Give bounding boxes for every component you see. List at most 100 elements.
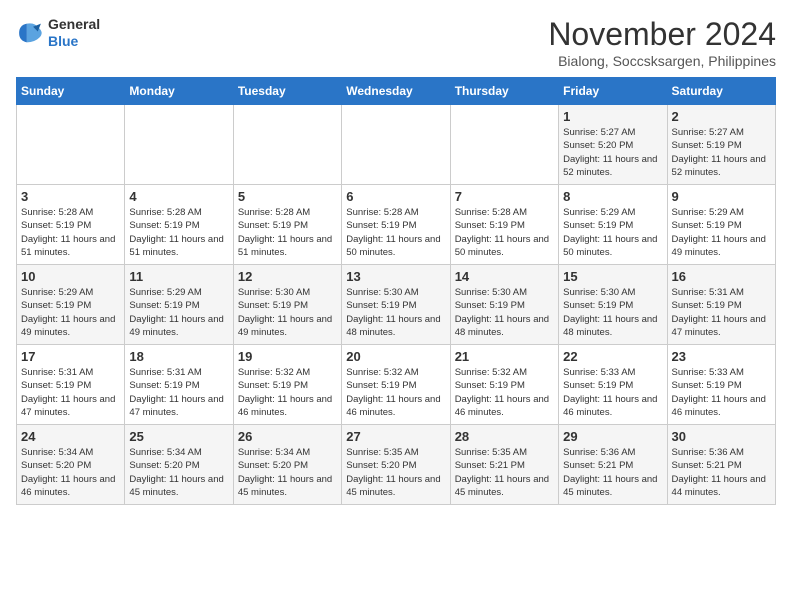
- day-cell: 25 Sunrise: 5:34 AM Sunset: 5:20 PM Dayli…: [125, 425, 233, 505]
- day-number: 6: [346, 189, 445, 204]
- day-number: 20: [346, 349, 445, 364]
- day-number: 9: [672, 189, 771, 204]
- day-number: 13: [346, 269, 445, 284]
- day-info: Sunrise: 5:34 AM Sunset: 5:20 PM Dayligh…: [21, 446, 120, 499]
- day-header-monday: Monday: [125, 78, 233, 105]
- logo-icon: [16, 19, 44, 47]
- day-cell: 20Sunrise: 5:32 AM Sunset: 5:19 PM Dayli…: [342, 345, 450, 425]
- day-number: 19: [238, 349, 337, 364]
- day-cell: 23 Sunrise: 5:33 AM Sunset: 5:19 PM Dayli…: [667, 345, 775, 425]
- day-number: 17: [21, 349, 120, 364]
- day-info: Sunrise: 5:35 AM Sunset: 5:21 PM Dayligh…: [455, 446, 554, 499]
- day-cell: 21Sunrise: 5:32 AM Sunset: 5:19 PM Dayli…: [450, 345, 558, 425]
- day-number: 11: [129, 269, 228, 284]
- day-cell: 4 Sunrise: 5:28 AM Sunset: 5:19 PM Daylig…: [125, 185, 233, 265]
- day-info: Sunrise: 5:30 AM Sunset: 5:19 PM Dayligh…: [455, 286, 554, 339]
- day-cell: [450, 105, 558, 185]
- day-cell: 5 Sunrise: 5:28 AM Sunset: 5:19 PM Daylig…: [233, 185, 341, 265]
- day-number: 26: [238, 429, 337, 444]
- day-cell: [342, 105, 450, 185]
- day-info: Sunrise: 5:29 AM Sunset: 5:19 PM Dayligh…: [129, 286, 228, 339]
- day-info: Sunrise: 5:29 AM Sunset: 5:19 PM Dayligh…: [21, 286, 120, 339]
- day-number: 23: [672, 349, 771, 364]
- day-info: Sunrise: 5:30 AM Sunset: 5:19 PM Dayligh…: [563, 286, 662, 339]
- day-info: Sunrise: 5:36 AM Sunset: 5:21 PM Dayligh…: [563, 446, 662, 499]
- logo-line2: Blue: [48, 33, 100, 50]
- day-cell: 2 Sunrise: 5:27 AM Sunset: 5:19 PM Daylig…: [667, 105, 775, 185]
- day-info: Sunrise: 5:32 AM Sunset: 5:19 PM Dayligh…: [238, 366, 337, 419]
- day-number: 28: [455, 429, 554, 444]
- day-cell: 16Sunrise: 5:31 AM Sunset: 5:19 PM Dayli…: [667, 265, 775, 345]
- day-info: Sunrise: 5:28 AM Sunset: 5:19 PM Dayligh…: [346, 206, 445, 259]
- day-header-wednesday: Wednesday: [342, 78, 450, 105]
- location: Bialong, Soccsksargen, Philippines: [548, 53, 776, 69]
- day-cell: 7 Sunrise: 5:28 AM Sunset: 5:19 PM Daylig…: [450, 185, 558, 265]
- week-row-3: 10 Sunrise: 5:29 AM Sunset: 5:19 PM Dayli…: [17, 265, 776, 345]
- day-cell: 6 Sunrise: 5:28 AM Sunset: 5:19 PM Daylig…: [342, 185, 450, 265]
- day-number: 16: [672, 269, 771, 284]
- week-row-2: 3Sunrise: 5:28 AM Sunset: 5:19 PM Daylig…: [17, 185, 776, 265]
- day-cell: 3Sunrise: 5:28 AM Sunset: 5:19 PM Daylig…: [17, 185, 125, 265]
- day-info: Sunrise: 5:31 AM Sunset: 5:19 PM Dayligh…: [129, 366, 228, 419]
- day-number: 7: [455, 189, 554, 204]
- day-number: 1: [563, 109, 662, 124]
- day-info: Sunrise: 5:28 AM Sunset: 5:19 PM Dayligh…: [238, 206, 337, 259]
- day-cell: 15Sunrise: 5:30 AM Sunset: 5:19 PM Dayli…: [559, 265, 667, 345]
- day-cell: 24 Sunrise: 5:34 AM Sunset: 5:20 PM Dayli…: [17, 425, 125, 505]
- day-cell: 22Sunrise: 5:33 AM Sunset: 5:19 PM Dayli…: [559, 345, 667, 425]
- day-info: Sunrise: 5:34 AM Sunset: 5:20 PM Dayligh…: [238, 446, 337, 499]
- day-info: Sunrise: 5:35 AM Sunset: 5:20 PM Dayligh…: [346, 446, 445, 499]
- day-info: Sunrise: 5:27 AM Sunset: 5:19 PM Dayligh…: [672, 126, 771, 179]
- day-header-sunday: Sunday: [17, 78, 125, 105]
- day-info: Sunrise: 5:28 AM Sunset: 5:19 PM Dayligh…: [129, 206, 228, 259]
- week-row-5: 24 Sunrise: 5:34 AM Sunset: 5:20 PM Dayli…: [17, 425, 776, 505]
- day-number: 27: [346, 429, 445, 444]
- header-row: SundayMondayTuesdayWednesdayThursdayFrid…: [17, 78, 776, 105]
- day-cell: 17 Sunrise: 5:31 AM Sunset: 5:19 PM Dayli…: [17, 345, 125, 425]
- day-number: 12: [238, 269, 337, 284]
- day-number: 21: [455, 349, 554, 364]
- day-number: 18: [129, 349, 228, 364]
- day-number: 14: [455, 269, 554, 284]
- day-number: 5: [238, 189, 337, 204]
- day-cell: 30 Sunrise: 5:36 AM Sunset: 5:21 PM Dayli…: [667, 425, 775, 505]
- day-info: Sunrise: 5:31 AM Sunset: 5:19 PM Dayligh…: [21, 366, 120, 419]
- day-number: 30: [672, 429, 771, 444]
- week-row-4: 17 Sunrise: 5:31 AM Sunset: 5:19 PM Dayli…: [17, 345, 776, 425]
- day-number: 2: [672, 109, 771, 124]
- day-info: Sunrise: 5:33 AM Sunset: 5:19 PM Dayligh…: [672, 366, 771, 419]
- day-cell: 29 Sunrise: 5:36 AM Sunset: 5:21 PM Dayli…: [559, 425, 667, 505]
- day-number: 4: [129, 189, 228, 204]
- day-number: 25: [129, 429, 228, 444]
- day-cell: 11 Sunrise: 5:29 AM Sunset: 5:19 PM Dayli…: [125, 265, 233, 345]
- day-cell: 8Sunrise: 5:29 AM Sunset: 5:19 PM Daylig…: [559, 185, 667, 265]
- day-info: Sunrise: 5:36 AM Sunset: 5:21 PM Dayligh…: [672, 446, 771, 499]
- day-cell: 27 Sunrise: 5:35 AM Sunset: 5:20 PM Dayli…: [342, 425, 450, 505]
- day-cell: [125, 105, 233, 185]
- day-header-saturday: Saturday: [667, 78, 775, 105]
- day-cell: 10 Sunrise: 5:29 AM Sunset: 5:19 PM Dayli…: [17, 265, 125, 345]
- day-header-friday: Friday: [559, 78, 667, 105]
- day-info: Sunrise: 5:28 AM Sunset: 5:19 PM Dayligh…: [455, 206, 554, 259]
- month-title: November 2024: [548, 16, 776, 53]
- day-info: Sunrise: 5:29 AM Sunset: 5:19 PM Dayligh…: [672, 206, 771, 259]
- day-cell: 9 Sunrise: 5:29 AM Sunset: 5:19 PM Daylig…: [667, 185, 775, 265]
- calendar-table: SundayMondayTuesdayWednesdayThursdayFrid…: [16, 77, 776, 505]
- day-info: Sunrise: 5:34 AM Sunset: 5:20 PM Dayligh…: [129, 446, 228, 499]
- day-cell: 13Sunrise: 5:30 AM Sunset: 5:19 PM Dayli…: [342, 265, 450, 345]
- day-info: Sunrise: 5:27 AM Sunset: 5:20 PM Dayligh…: [563, 126, 662, 179]
- day-cell: 28 Sunrise: 5:35 AM Sunset: 5:21 PM Dayli…: [450, 425, 558, 505]
- day-cell: 12Sunrise: 5:30 AM Sunset: 5:19 PM Dayli…: [233, 265, 341, 345]
- title-block: November 2024 Bialong, Soccsksargen, Phi…: [548, 16, 776, 69]
- day-cell: [233, 105, 341, 185]
- day-cell: 14 Sunrise: 5:30 AM Sunset: 5:19 PM Dayli…: [450, 265, 558, 345]
- day-cell: 26 Sunrise: 5:34 AM Sunset: 5:20 PM Dayli…: [233, 425, 341, 505]
- day-number: 29: [563, 429, 662, 444]
- day-number: 8: [563, 189, 662, 204]
- day-number: 10: [21, 269, 120, 284]
- day-cell: [17, 105, 125, 185]
- day-number: 24: [21, 429, 120, 444]
- day-header-thursday: Thursday: [450, 78, 558, 105]
- day-number: 22: [563, 349, 662, 364]
- logo-text: General Blue: [48, 16, 100, 50]
